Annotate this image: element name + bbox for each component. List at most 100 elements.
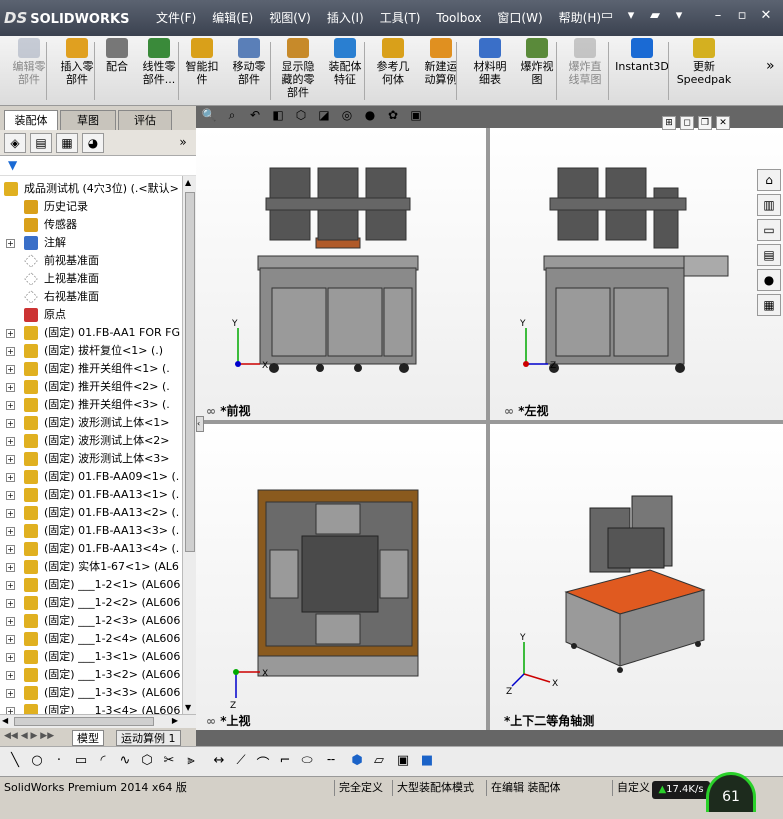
tree-item[interactable]: + (固定) ___1-2<1> (AL606 [0,576,182,594]
appearances-icon[interactable]: ● [757,269,781,291]
3d-sketch-icon[interactable]: ⬢ [348,753,366,771]
hscroll-thumb[interactable] [14,717,154,726]
display-manager-icon[interactable]: ◕ [82,133,104,153]
menu-item-4[interactable]: 工具(T) [372,0,429,36]
apply-scene-icon[interactable]: ✿ [384,108,402,126]
expand-toggle-icon[interactable]: + [6,707,15,714]
tree-item[interactable]: + (固定) 波形测试上体<2> [0,432,182,450]
previous-view-icon[interactable]: ↶ [246,108,264,126]
chamfer-icon[interactable]: ⌐ [276,753,294,771]
expand-toggle-icon[interactable]: + [6,509,15,518]
tree-item[interactable]: + (固定) 拔杆复位<1> (.) [0,342,182,360]
circle-icon[interactable]: ○ [28,753,46,771]
viewport-left[interactable]: Y Z ∞ *左视 [490,128,783,420]
feature-manager-icon[interactable]: ◈ [4,133,26,153]
tree-item[interactable]: + (固定) ___1-3<3> (AL606 [0,684,182,702]
scroll-up-icon[interactable]: ▲ [185,178,191,187]
restore-icon[interactable]: ▫ [735,8,749,23]
new-document-icon[interactable]: ▭ [598,8,616,28]
ribbon-button-show-hidden[interactable]: 显示隐 藏的零 部件 [274,38,322,99]
tree-item[interactable]: + (固定) 01.FB-AA09<1> (. [0,468,182,486]
tab-nav-icons[interactable]: ◀◀ ◀ ▶ ▶▶ [4,731,54,741]
tree-item[interactable]: + (固定) 波形测试上体<1> [0,414,182,432]
tree-item[interactable]: 前视基准面 [0,252,182,270]
close-viewport-icon[interactable]: ✕ [716,116,730,130]
design-library-icon[interactable]: ▥ [757,194,781,216]
tree-item[interactable]: + (固定) 推开关组件<1> (. [0,360,182,378]
expand-toggle-icon[interactable]: + [6,383,15,392]
scroll-thumb[interactable] [185,192,195,552]
expand-toggle-icon[interactable]: + [6,329,15,338]
ribbon-button-smart-fastener[interactable]: 智能扣 件 [184,38,220,86]
tree-item[interactable]: + (固定) ___1-3<4> (AL606 [0,702,182,714]
expand-toggle-icon[interactable]: + [6,581,15,590]
tree-item[interactable]: 原点 [0,306,182,324]
expand-toggle-icon[interactable]: + [6,527,15,536]
ribbon-button-insert-component[interactable]: 插入零 部件 [56,38,98,86]
display-style-icon[interactable]: ◪ [315,108,333,126]
tab-sketch[interactable]: 草图 [60,110,116,130]
tree-item[interactable]: + (固定) ___1-3<1> (AL606 [0,648,182,666]
ribbon-button-move-component[interactable]: 移动零 部件 [226,38,272,86]
expand-chevron-icon[interactable]: » [172,133,194,153]
tree-item[interactable]: + (固定) ___1-2<3> (AL606 [0,612,182,630]
tree-item[interactable]: + (固定) 实体1-67<1> (AL6 [0,558,182,576]
expand-toggle-icon[interactable]: + [6,545,15,554]
open-folder-icon[interactable]: ▰ [646,8,664,28]
expand-toggle-icon[interactable]: + [6,455,15,464]
expand-toggle-icon[interactable]: + [6,491,15,500]
tree-item[interactable]: + (固定) 01.FB-AA1 FOR FG [0,324,182,342]
ribbon-button-new-motion-study[interactable]: 新建运 动算例 [418,38,464,86]
edit-appearance-icon[interactable]: ● [361,108,379,126]
expand-toggle-icon[interactable]: + [6,599,15,608]
minimize-icon[interactable]: – [711,8,725,23]
viewport-isometric[interactable]: Y X Z *上下二等角轴测 [490,424,783,730]
tree-item[interactable]: 上视基准面 [0,270,182,288]
section-view-icon[interactable]: ◧ [269,108,287,126]
tab-assembly[interactable]: 装配体 [4,110,58,130]
more-commands-icon[interactable]: » [766,58,775,74]
arc-icon[interactable]: ◜ [94,753,112,771]
tree-item[interactable]: + (固定) 01.FB-AA13<3> (. [0,522,182,540]
fillet-icon[interactable]: ⌒ [254,753,272,772]
expand-toggle-icon[interactable]: + [6,635,15,644]
expand-toggle-icon[interactable]: + [6,653,15,662]
collapse-panel-handle[interactable]: ‹ [196,416,204,432]
menu-item-2[interactable]: 视图(V) [261,0,319,36]
tree-item[interactable]: + (固定) 01.FB-AA13<1> (. [0,486,182,504]
menu-item-1[interactable]: 编辑(E) [204,0,261,36]
expand-toggle-icon[interactable]: + [6,689,15,698]
tree-filter[interactable]: ▼ [0,156,196,176]
tree-item[interactable]: + (固定) 01.FB-AA13<4> (. [0,540,182,558]
tree-item[interactable]: + (固定) 波形测试上体<3> [0,450,182,468]
ellipse-icon[interactable]: ⬭ [298,753,316,771]
plane-sketch-icon[interactable]: ▱ [370,753,388,771]
home-icon[interactable]: ⌂ [757,169,781,191]
scroll-right-icon[interactable]: ▶ [172,716,178,725]
close-icon[interactable]: ✕ [759,8,773,23]
filter-icon[interactable]: ▼ [8,158,17,172]
spline-icon[interactable]: ∿ [116,753,134,771]
expand-toggle-icon[interactable]: + [6,365,15,374]
link-views-icon[interactable]: ⊞ [662,116,676,130]
ribbon-button-instant3d[interactable]: Instant3D [614,38,670,73]
viewport-top[interactable]: X Z ∞ *上视 [196,424,486,730]
dropdown-arrow-icon[interactable]: ▾ [670,8,688,28]
single-view-icon[interactable]: ◻ [680,116,694,130]
tree-root-assembly[interactable]: 成品测试机 (4穴3位) (.<默认> [0,180,182,198]
expand-toggle-icon[interactable]: + [6,437,15,446]
vertical-splitter[interactable] [486,128,490,730]
ribbon-button-reference-geometry[interactable]: 参考几 何体 [370,38,416,86]
tree-item[interactable]: + (固定) 推开关组件<3> (. [0,396,182,414]
polygon-icon[interactable]: ⬡ [138,753,156,771]
expand-toggle-icon[interactable]: + [6,401,15,410]
cube-icon[interactable]: ■ [418,753,436,771]
tree-item[interactable]: 右视基准面 [0,288,182,306]
file-explorer-icon[interactable]: ▭ [757,219,781,241]
expand-toggle-icon[interactable]: + [6,563,15,572]
smart-dimension-icon[interactable]: ↔ [210,753,228,771]
expand-toggle-icon[interactable]: + [6,617,15,626]
offset-icon[interactable]: ⟋ [232,753,250,771]
tree-item[interactable]: + (固定) 推开关组件<2> (. [0,378,182,396]
expand-toggle-icon[interactable]: + [6,239,15,248]
